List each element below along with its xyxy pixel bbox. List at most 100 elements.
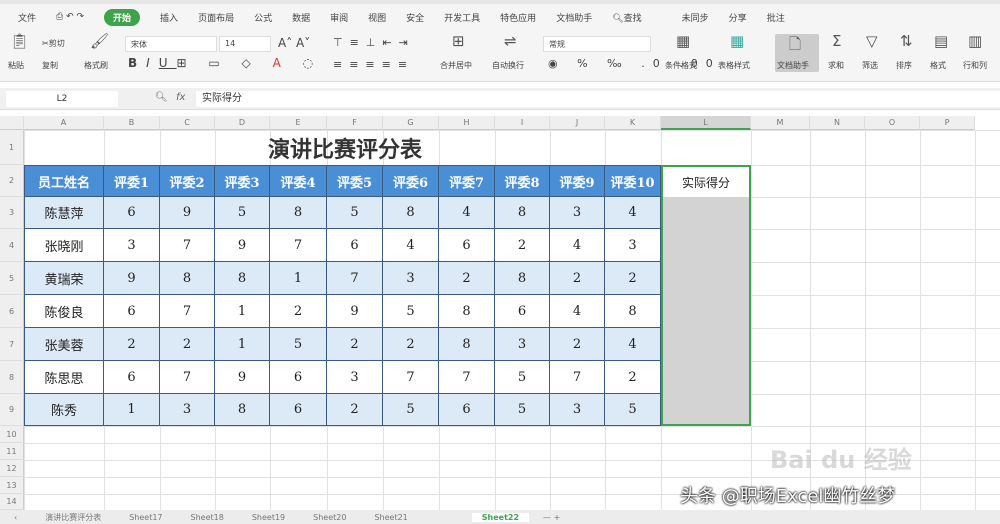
zoom-formula-icon[interactable]: 🔍︎ — [155, 92, 168, 103]
sort-icon[interactable]: ⇅ — [900, 32, 913, 50]
score-cell[interactable]: 1 — [270, 262, 327, 295]
score-cell[interactable]: 2 — [270, 295, 327, 328]
score-cell[interactable]: 5 — [495, 394, 550, 426]
column-header-G[interactable]: G — [383, 116, 439, 130]
score-cell[interactable]: 4 — [550, 295, 605, 328]
employee-name-cell[interactable]: 陈俊良 — [24, 295, 104, 328]
tab-doc-helper[interactable]: 文档助手 — [556, 11, 592, 24]
merge-center-button[interactable]: 合并居中 — [440, 60, 472, 71]
tab-scroll-left[interactable]: ‹ — [0, 513, 31, 522]
score-cell[interactable]: 2 — [327, 328, 383, 361]
tab-page-layout[interactable]: 页面布局 — [198, 11, 234, 24]
column-header-K[interactable]: K — [605, 116, 661, 130]
score-cell[interactable]: 6 — [104, 361, 160, 394]
actual-score-cell[interactable] — [661, 262, 751, 295]
tab-features[interactable]: 特色应用 — [500, 11, 536, 24]
search-button[interactable]: 🔍︎查找 — [612, 11, 641, 24]
score-cell[interactable]: 6 — [104, 197, 160, 229]
share-button[interactable]: 分享 — [729, 11, 747, 24]
tab-security[interactable]: 安全 — [406, 11, 424, 24]
score-cell[interactable]: 4 — [550, 229, 605, 262]
font-grow-shrink-icons[interactable]: A˄ A˅ — [278, 36, 310, 50]
column-header-J[interactable]: J — [550, 116, 605, 130]
score-cell[interactable]: 9 — [104, 262, 160, 295]
score-cell[interactable]: 4 — [383, 229, 439, 262]
score-cell[interactable]: 8 — [383, 197, 439, 229]
column-header-F[interactable]: F — [327, 116, 383, 130]
score-cell[interactable]: 2 — [605, 361, 661, 394]
sort-button[interactable]: 排序 — [896, 60, 912, 71]
sheet-tab[interactable]: Sheet19 — [238, 513, 299, 522]
score-cell[interactable]: 8 — [215, 262, 270, 295]
sync-button[interactable]: 未同步 — [682, 11, 709, 24]
number-format-select[interactable]: 常规 — [543, 36, 651, 52]
header-cell[interactable]: 评委8 — [495, 165, 550, 197]
sheet-tab[interactable]: Sheet20 — [299, 513, 360, 522]
header-cell[interactable]: 评委10 — [605, 165, 661, 197]
employee-name-cell[interactable]: 陈思思 — [24, 361, 104, 394]
score-cell[interactable]: 3 — [550, 197, 605, 229]
score-cell[interactable]: 4 — [605, 328, 661, 361]
column-header-L[interactable]: L — [661, 116, 751, 130]
tab-developer[interactable]: 开发工具 — [444, 11, 480, 24]
score-cell[interactable]: 7 — [270, 229, 327, 262]
score-cell[interactable]: 9 — [327, 295, 383, 328]
row-header-12[interactable]: 12 — [0, 460, 24, 477]
score-cell[interactable]: 6 — [270, 361, 327, 394]
score-cell[interactable]: 7 — [160, 361, 215, 394]
column-header-N[interactable]: N — [810, 116, 865, 130]
row-header-2[interactable]: 2 — [0, 165, 24, 197]
tab-data[interactable]: 数据 — [292, 11, 310, 24]
score-cell[interactable]: 6 — [439, 229, 495, 262]
sum-icon[interactable]: Σ — [832, 32, 841, 50]
score-cell[interactable]: 5 — [215, 197, 270, 229]
row-header-11[interactable]: 11 — [0, 443, 24, 460]
score-cell[interactable]: 2 — [605, 262, 661, 295]
column-header-C[interactable]: C — [160, 116, 215, 130]
column-header-P[interactable]: P — [920, 116, 975, 130]
row-header-5[interactable]: 5 — [0, 262, 24, 295]
tab-view[interactable]: 视图 — [368, 11, 386, 24]
row-header-3[interactable]: 3 — [0, 197, 24, 229]
score-cell[interactable]: 8 — [270, 197, 327, 229]
employee-name-cell[interactable]: 黄瑞荣 — [24, 262, 104, 295]
score-cell[interactable]: 3 — [550, 394, 605, 426]
tab-formulas[interactable]: 公式 — [254, 11, 272, 24]
employee-name-cell[interactable]: 张美蓉 — [24, 328, 104, 361]
conditional-format-button[interactable]: 条件格式 — [665, 60, 697, 71]
score-cell[interactable]: 4 — [439, 197, 495, 229]
score-cell[interactable]: 3 — [160, 394, 215, 426]
formula-input[interactable]: 实际得分 — [196, 91, 1000, 107]
score-cell[interactable]: 1 — [215, 295, 270, 328]
actual-score-cell[interactable] — [661, 229, 751, 262]
format-painter-icon[interactable]: 🖌︎ — [90, 32, 109, 50]
score-cell[interactable]: 8 — [605, 295, 661, 328]
align-h-icons[interactable]: ≡≡≡≡≡ — [333, 58, 414, 71]
score-cell[interactable]: 7 — [160, 229, 215, 262]
paste-icon[interactable]: 📋︎ — [10, 32, 29, 50]
score-cell[interactable]: 3 — [383, 262, 439, 295]
score-cell[interactable]: 2 — [550, 262, 605, 295]
header-cell[interactable]: 评委5 — [327, 165, 383, 197]
score-cell[interactable]: 5 — [327, 197, 383, 229]
column-header-D[interactable]: D — [215, 116, 270, 130]
font-style-icons[interactable]: BIU⊞ ▭ ◇ A ◌ — [128, 56, 322, 70]
header-cell[interactable]: 评委7 — [439, 165, 495, 197]
sheet-tab[interactable]: Sheet18 — [177, 513, 238, 522]
actual-score-cell[interactable] — [661, 361, 751, 394]
wrap-icon[interactable]: ⇌ — [504, 32, 517, 50]
score-cell[interactable]: 8 — [495, 262, 550, 295]
score-cell[interactable]: 2 — [104, 328, 160, 361]
column-header-I[interactable]: I — [495, 116, 550, 130]
score-cell[interactable]: 3 — [495, 328, 550, 361]
doc-helper-button[interactable]: 🗋 文档助手 — [775, 34, 819, 72]
actual-score-cell[interactable] — [661, 197, 751, 229]
select-all-corner[interactable] — [0, 116, 24, 130]
row-header-6[interactable]: 6 — [0, 295, 24, 328]
row-header-9[interactable]: 9 — [0, 394, 24, 426]
sum-button[interactable]: 求和 — [828, 60, 844, 71]
score-cell[interactable]: 3 — [104, 229, 160, 262]
row-header-4[interactable]: 4 — [0, 229, 24, 262]
actual-score-header[interactable]: 实际得分 — [661, 165, 751, 197]
header-cell[interactable]: 评委6 — [383, 165, 439, 197]
